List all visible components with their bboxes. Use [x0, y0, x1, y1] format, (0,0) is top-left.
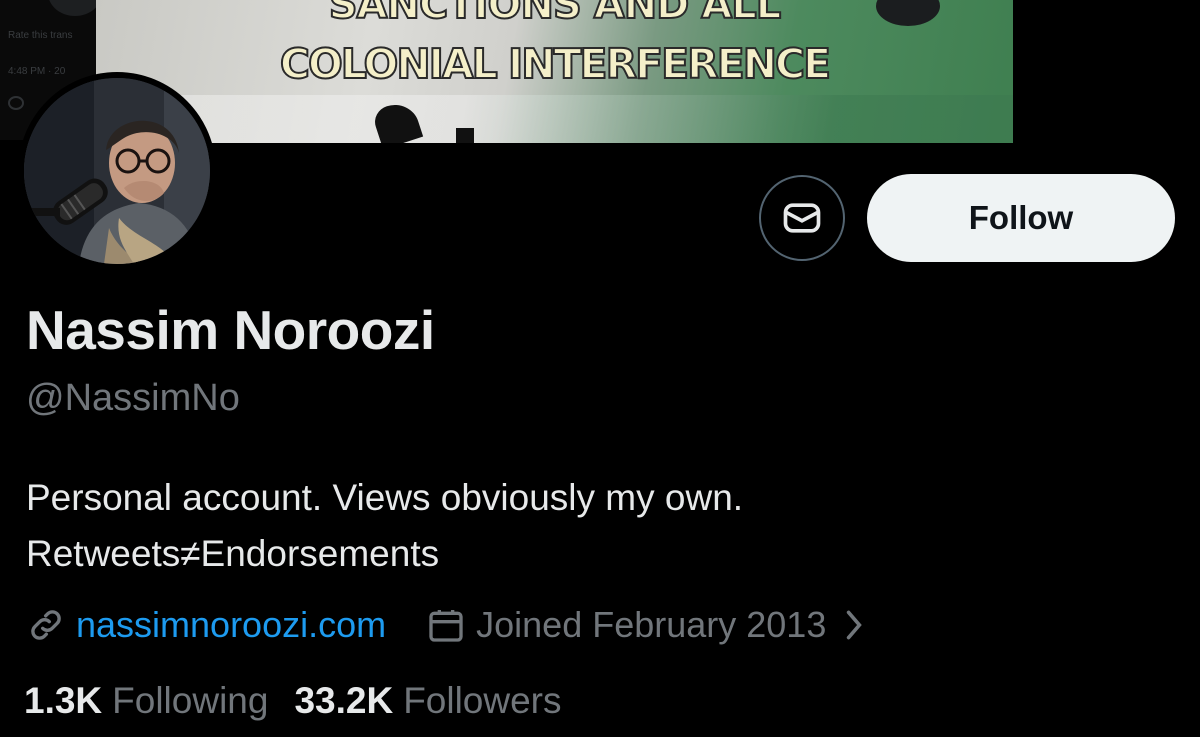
follow-button[interactable]: Follow [867, 174, 1175, 262]
website-item[interactable]: nassimnoroozi.com [26, 604, 386, 646]
banner-flag [96, 95, 1013, 143]
followers-stat[interactable]: 33.2K Followers [294, 680, 561, 722]
bio-line-1: Personal account. Views obviously my own… [26, 477, 744, 518]
avatar-photo [24, 78, 210, 264]
profile-handle: @NassimNo [26, 377, 240, 419]
profile-stats: 1.3K Following 33.2K Followers [24, 680, 562, 722]
calendar-icon [429, 610, 463, 642]
message-button[interactable] [759, 175, 845, 261]
banner-figure [456, 128, 474, 143]
reply-icon [8, 96, 24, 110]
following-count: 1.3K [24, 680, 103, 721]
followers-count: 33.2K [294, 680, 394, 721]
website-link[interactable]: nassimnoroozi.com [76, 604, 386, 646]
profile-banner[interactable]: SANCTIONS AND ALL COLONIAL INTERFERENCE [96, 0, 1013, 143]
link-icon [31, 610, 61, 640]
joined-item[interactable]: Joined February 2013 [426, 604, 866, 646]
rate-translation-text: Rate this trans [8, 30, 73, 41]
following-stat[interactable]: 1.3K Following [24, 680, 268, 722]
profile-bio: Personal account. Views obviously my own… [26, 470, 743, 582]
joined-date: Joined February 2013 [476, 604, 827, 645]
following-label: Following [112, 680, 269, 721]
profile-page: Rate this trans 4:48 PM · 20 SANCTIONS A… [0, 0, 1200, 737]
tweet-timestamp: 4:48 PM · 20 [8, 66, 66, 77]
followers-label: Followers [403, 680, 562, 721]
banner-text-line2: COLONIAL INTERFERENCE [279, 39, 832, 89]
background-avatar-fragment [48, 0, 102, 16]
banner-text-line1: SANCTIONS AND ALL [328, 0, 782, 29]
chevron-right-icon[interactable] [842, 607, 866, 643]
profile-meta: nassimnoroozi.com Joined February 2013 [26, 600, 866, 650]
envelope-icon [783, 203, 821, 233]
bio-line-2: Retweets≠Endorsements [26, 533, 440, 574]
profile-name: Nassim Noroozi [26, 299, 435, 361]
profile-avatar[interactable] [18, 72, 216, 270]
